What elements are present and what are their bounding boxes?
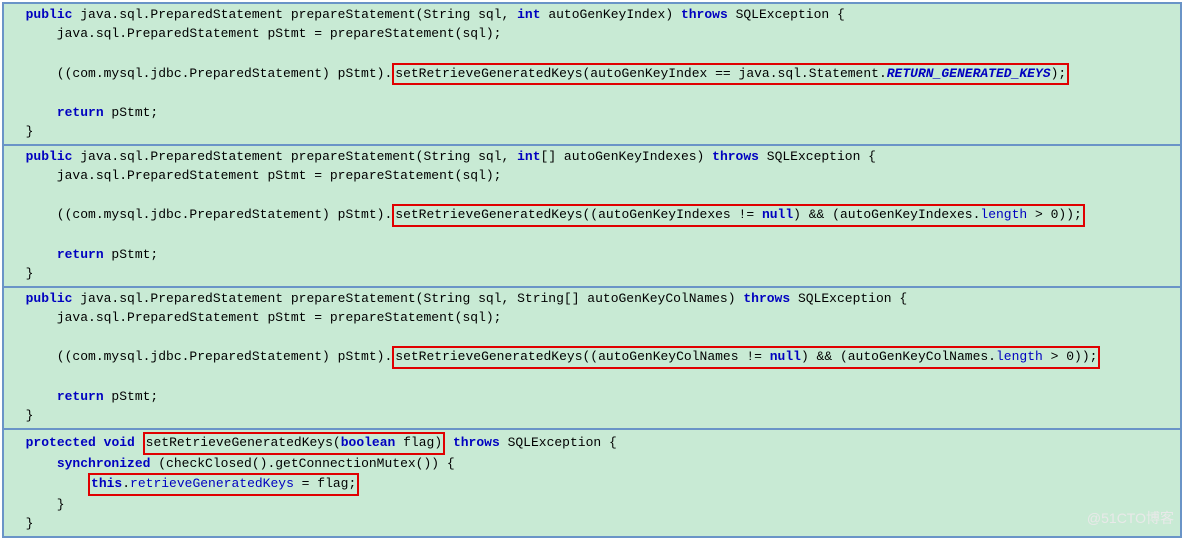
code-block[interactable]: public java.sql.PreparedStatement prepar…: [4, 286, 1180, 428]
code-line[interactable]: }: [4, 515, 1180, 534]
keyword: null: [770, 349, 801, 364]
keyword: throws: [681, 7, 728, 22]
code-container: public java.sql.PreparedStatement prepar…: [2, 2, 1182, 538]
keyword: int: [517, 7, 540, 22]
code-line[interactable]: synchronized (checkClosed().getConnectio…: [4, 455, 1180, 474]
code-line[interactable]: ((com.mysql.jdbc.PreparedStatement) pStm…: [4, 346, 1180, 369]
code-line[interactable]: return pStmt;: [4, 246, 1180, 265]
field-ref: length: [996, 349, 1043, 364]
code-line[interactable]: public java.sql.PreparedStatement prepar…: [4, 290, 1180, 309]
code-line[interactable]: protected void setRetrieveGeneratedKeys(…: [4, 432, 1180, 455]
keyword: throws: [453, 435, 500, 450]
code-line[interactable]: ((com.mysql.jdbc.PreparedStatement) pStm…: [4, 204, 1180, 227]
code-line[interactable]: }: [4, 407, 1180, 426]
code-line[interactable]: }: [4, 496, 1180, 515]
code-line[interactable]: [4, 227, 1180, 246]
code-block[interactable]: public java.sql.PreparedStatement prepar…: [4, 4, 1180, 144]
keyword: public: [26, 291, 73, 306]
highlight-box: setRetrieveGeneratedKeys(autoGenKeyIndex…: [392, 63, 1069, 86]
code-line[interactable]: [4, 85, 1180, 104]
code-line[interactable]: [4, 328, 1180, 347]
code-line[interactable]: [4, 186, 1180, 205]
code-line[interactable]: return pStmt;: [4, 104, 1180, 123]
keyword: void: [104, 435, 135, 450]
code-line[interactable]: public java.sql.PreparedStatement prepar…: [4, 148, 1180, 167]
code-line[interactable]: public java.sql.PreparedStatement prepar…: [4, 6, 1180, 25]
highlight-box: setRetrieveGeneratedKeys((autoGenKeyColN…: [392, 346, 1100, 369]
code-line[interactable]: }: [4, 123, 1180, 142]
static-field-ref: RETURN_GENERATED_KEYS: [887, 66, 1051, 81]
keyword: return: [57, 247, 104, 262]
highlight-box: this.retrieveGeneratedKeys = flag;: [88, 473, 359, 496]
keyword: synchronized: [57, 456, 151, 471]
keyword: public: [26, 7, 73, 22]
keyword: throws: [712, 149, 759, 164]
code-line[interactable]: [4, 369, 1180, 388]
code-line[interactable]: java.sql.PreparedStatement pStmt = prepa…: [4, 167, 1180, 186]
code-block[interactable]: public java.sql.PreparedStatement prepar…: [4, 144, 1180, 286]
keyword: int: [517, 149, 540, 164]
code-line[interactable]: java.sql.PreparedStatement pStmt = prepa…: [4, 309, 1180, 328]
keyword: public: [26, 149, 73, 164]
code-line[interactable]: return pStmt;: [4, 388, 1180, 407]
keyword: this: [91, 476, 122, 491]
keyword: protected: [26, 435, 96, 450]
code-line[interactable]: java.sql.PreparedStatement pStmt = prepa…: [4, 25, 1180, 44]
keyword: return: [57, 389, 104, 404]
keyword: null: [762, 207, 793, 222]
code-line[interactable]: this.retrieveGeneratedKeys = flag;: [4, 473, 1180, 496]
code-line[interactable]: ((com.mysql.jdbc.PreparedStatement) pStm…: [4, 63, 1180, 86]
keyword: return: [57, 105, 104, 120]
code-block[interactable]: protected void setRetrieveGeneratedKeys(…: [4, 428, 1180, 536]
highlight-box: setRetrieveGeneratedKeys(boolean flag): [143, 432, 445, 455]
highlight-box: setRetrieveGeneratedKeys((autoGenKeyInde…: [392, 204, 1085, 227]
code-line[interactable]: [4, 44, 1180, 63]
code-line[interactable]: }: [4, 265, 1180, 284]
field-ref: length: [980, 207, 1027, 222]
keyword: throws: [743, 291, 790, 306]
field-ref: retrieveGeneratedKeys: [130, 476, 294, 491]
keyword: boolean: [341, 435, 396, 450]
